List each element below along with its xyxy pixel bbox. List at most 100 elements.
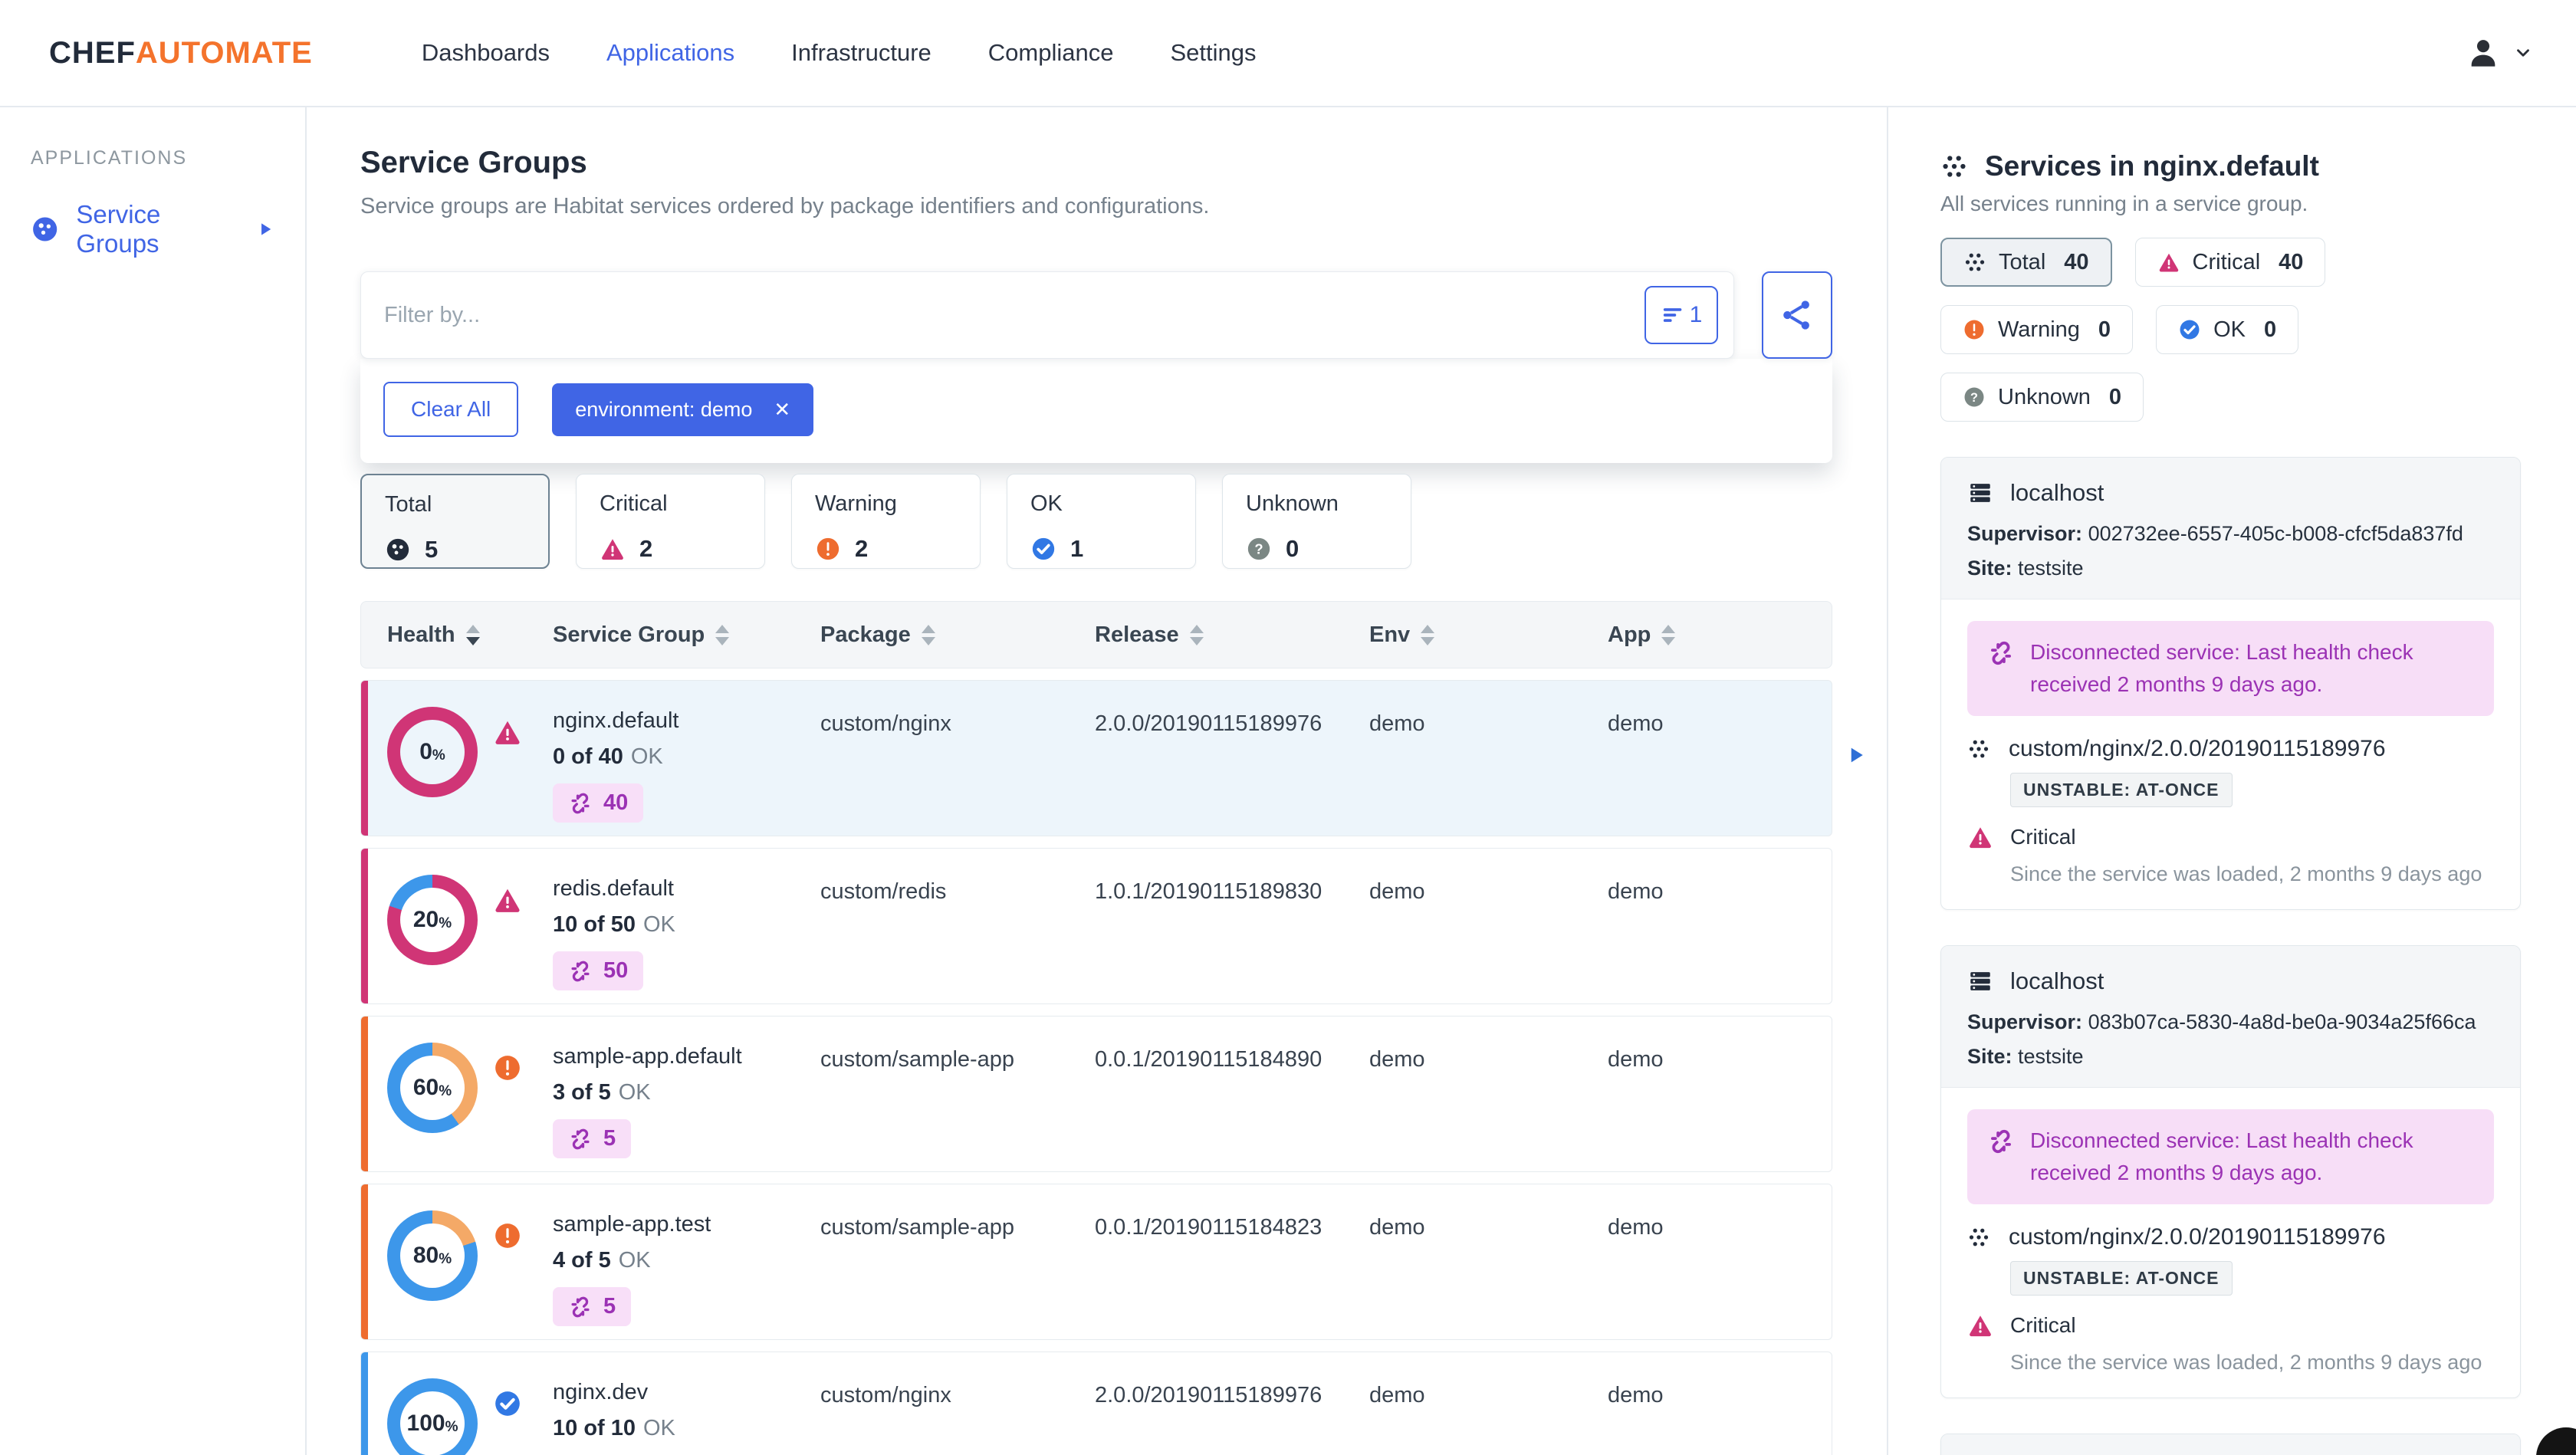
ok-check-icon: [1030, 536, 1056, 562]
svg-text:?: ?: [1970, 391, 1978, 405]
column-header-package[interactable]: Package: [820, 622, 1095, 648]
app-cell: demo: [1608, 1383, 1664, 1407]
filter-input[interactable]: [384, 302, 1644, 328]
tile-label: Unknown: [1246, 491, 1339, 516]
pill-warning[interactable]: Warning 0: [1940, 305, 2134, 354]
nav-infrastructure[interactable]: Infrastructure: [791, 39, 932, 67]
svg-text:?: ?: [1254, 541, 1263, 557]
sidebar-item-service-groups[interactable]: Service Groups: [31, 200, 305, 258]
table-row[interactable]: 100% nginx.dev 10 of 10OK 10: [360, 1352, 1832, 1455]
health-cell: 80%: [387, 1184, 553, 1301]
user-icon: [2466, 35, 2501, 71]
tile-ok[interactable]: OK 1: [1007, 474, 1196, 569]
column-header-health[interactable]: Health: [387, 622, 553, 648]
server-icon: [1967, 480, 1993, 506]
nav-dashboards[interactable]: Dashboards: [422, 39, 550, 67]
share-button[interactable]: [1762, 271, 1832, 359]
tile-count: 2: [639, 535, 653, 562]
service-groups-table: Health Service Group Package Release Env…: [360, 601, 1863, 1455]
column-header-app[interactable]: App: [1608, 622, 1832, 648]
tile-total[interactable]: Total 5: [360, 474, 550, 569]
disconnected-count-badge: 40: [553, 783, 644, 823]
env-cell: demo: [1369, 1047, 1425, 1072]
sort-icon: [1421, 624, 1435, 645]
env-cell: demo: [1369, 711, 1425, 736]
nav-applications[interactable]: Applications: [606, 39, 734, 67]
health-cell: 60%: [387, 1017, 553, 1133]
nav-compliance[interactable]: Compliance: [988, 39, 1114, 67]
habitat-dots-icon: [1963, 251, 1986, 274]
disconnected-alert: Disconnected service: Last health check …: [1967, 621, 2494, 716]
service-card-header: localhost Supervisor: 0c0a6b1f-f9f2-4fe6…: [1941, 1434, 2520, 1455]
table-row[interactable]: 60% sample-app.default 3 of 5 OK 5 custo…: [360, 1016, 1832, 1172]
tile-warning[interactable]: Warning 2: [791, 474, 981, 569]
disconnected-count-badge: 50: [553, 951, 644, 990]
tile-unknown[interactable]: Unknown ? 0: [1222, 474, 1411, 569]
package-cell: custom/sample-app: [820, 1047, 1015, 1072]
disconnected-count-badge: 5: [553, 1287, 632, 1326]
chef-automate-logo[interactable]: CHEFAUTOMATE: [49, 36, 313, 71]
main-nav: Dashboards Applications Infrastructure C…: [422, 39, 1257, 67]
habitat-dots-icon: [1967, 1226, 1990, 1249]
package-cell: custom/nginx: [820, 711, 951, 736]
column-header-service-group[interactable]: Service Group: [553, 622, 820, 648]
panel-title: Services in nginx.default: [1985, 150, 2319, 182]
filter-dropdown: Clear All environment: demo ✕: [360, 359, 1832, 463]
package-cell: custom/redis: [820, 879, 947, 904]
user-menu[interactable]: [2466, 35, 2533, 71]
package-cell: custom/nginx: [820, 1383, 951, 1407]
sort-icon: [715, 624, 730, 645]
filter-chip-environment-demo[interactable]: environment: demo ✕: [552, 383, 814, 436]
page-subtitle: Service groups are Habitat services orde…: [360, 194, 1210, 218]
logo-automate-text: AUTOMATE: [135, 35, 313, 70]
disconnected-broken-link-icon: [568, 959, 593, 984]
host-name: localhost: [2010, 479, 2104, 506]
health-donut: 20%: [387, 875, 478, 965]
health-cell: 100%: [387, 1352, 553, 1455]
table-header: Health Service Group Package Release Env…: [360, 601, 1832, 668]
tile-label: Warning: [815, 491, 897, 516]
service-group-cell: nginx.dev 10 of 10OK 10: [553, 1352, 820, 1455]
clear-all-button[interactable]: Clear All: [383, 382, 519, 437]
chef-automate-app: CHEFAUTOMATE Dashboards Applications Inf…: [0, 0, 2576, 1455]
health-cell: 0%: [387, 681, 553, 797]
health-status-label: Critical: [2010, 1313, 2076, 1337]
disconnected-broken-link-icon: [568, 1295, 593, 1319]
pill-total[interactable]: Total 40: [1940, 238, 2112, 287]
table-row[interactable]: 0% nginx.default 0 of 40 OK 40 custom/ng…: [360, 680, 1832, 836]
filter-lines-icon: [1661, 302, 1687, 328]
service-group-name: nginx.dev: [553, 1380, 649, 1404]
service-groups-icon: [31, 214, 59, 245]
column-header-env[interactable]: Env: [1369, 622, 1608, 648]
page-title: Service Groups: [360, 146, 587, 179]
service-group-cell: sample-app.default 3 of 5 OK 5: [553, 1017, 820, 1158]
env-cell: demo: [1369, 1383, 1425, 1407]
health-donut: 60%: [387, 1043, 478, 1133]
status-tiles: Total 5 Critical 2 Warning 2 OK 1 Unknow…: [360, 474, 1832, 569]
filter-chip-label: environment: demo: [575, 397, 753, 421]
filter-count-button[interactable]: 1: [1644, 286, 1718, 344]
pill-ok[interactable]: OK 0: [2156, 305, 2299, 354]
pill-unknown[interactable]: ? Unknown 0: [1940, 373, 2144, 422]
column-header-release[interactable]: Release: [1095, 622, 1369, 648]
service-card-header: localhost Supervisor: 002732ee-6557-405c…: [1941, 458, 2520, 599]
health-donut: 100%: [387, 1378, 478, 1455]
tile-count: 5: [425, 536, 439, 563]
unknown-question-icon: ?: [1963, 386, 1986, 409]
ok-check-icon: [2178, 318, 2201, 341]
unknown-question-icon: ?: [1246, 536, 1272, 562]
critical-triangle-icon: [1967, 1312, 1993, 1338]
tile-critical[interactable]: Critical 2: [576, 474, 765, 569]
close-icon[interactable]: ✕: [774, 398, 790, 422]
service-package-id: custom/nginx/2.0.0/20190115189976: [2009, 1224, 2386, 1250]
table-row[interactable]: 20% redis.default 10 of 50 OK 50 custom/…: [360, 848, 1832, 1004]
pill-critical[interactable]: Critical 40: [2134, 238, 2326, 287]
table-row[interactable]: 80% sample-app.test 4 of 5 OK 5 custom/s…: [360, 1184, 1832, 1340]
panel-subtitle: All services running in a service group.: [1940, 192, 2308, 215]
disconnected-broken-link-icon: [568, 791, 593, 816]
service-card: localhost Supervisor: 0c0a6b1f-f9f2-4fe6…: [1940, 1434, 2521, 1455]
sort-icon: [1661, 624, 1676, 645]
server-icon: [1967, 968, 1993, 994]
health-cell: 20%: [387, 849, 553, 965]
nav-settings[interactable]: Settings: [1170, 39, 1256, 67]
